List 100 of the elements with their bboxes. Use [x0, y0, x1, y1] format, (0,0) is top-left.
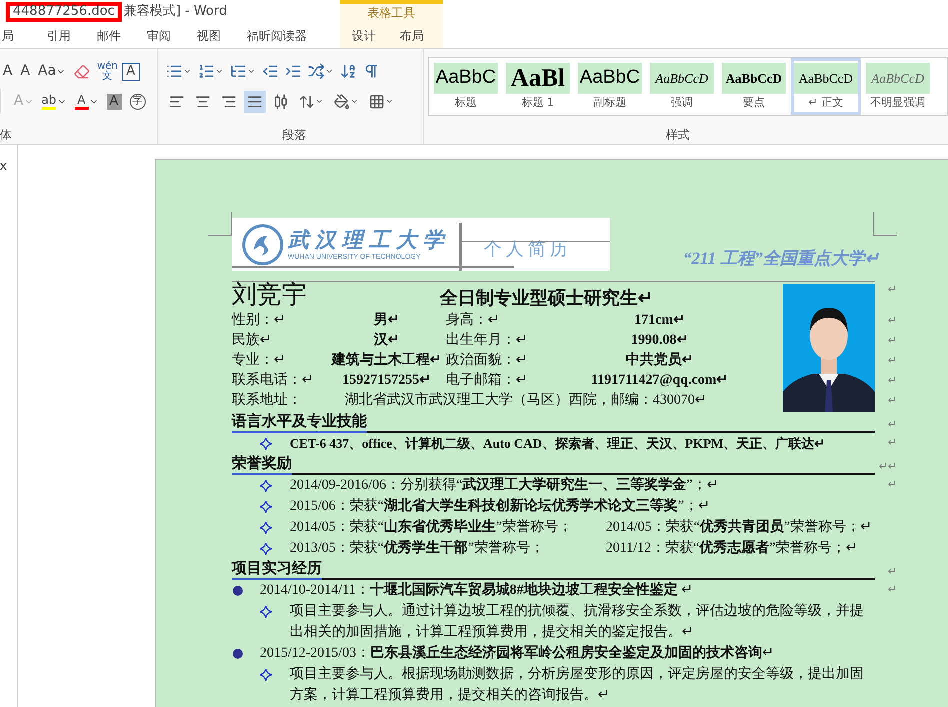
ribbon-tab[interactable]: 设计 — [340, 24, 388, 48]
diamond-bullet-icon — [260, 501, 272, 513]
list-item-text: 2013/05：荣获“优秀学生干部”荣誉称号； — [290, 538, 546, 558]
diamond-bullet-icon — [260, 543, 272, 555]
outdent-button[interactable] — [262, 63, 280, 80]
highlight-button[interactable]: ab — [38, 90, 70, 112]
field-value: 15927157255↵ — [342, 372, 432, 390]
paragraph-mark: ↵ — [888, 478, 897, 493]
field-value: 1191711427@qq.com↵ — [590, 372, 730, 390]
corner-mark — [873, 212, 897, 236]
character-border-button[interactable]: A — [122, 62, 140, 80]
shading-icon — [334, 94, 350, 110]
eraser-icon — [74, 64, 90, 80]
style-gallery-item[interactable]: AaBbCcD ↵ 正文 — [791, 58, 861, 115]
ribbon-tab[interactable]: 布局 — [388, 24, 436, 48]
ribbon-tab[interactable]: 视图 — [184, 24, 234, 48]
align-right-icon — [221, 94, 238, 110]
list-item-text: 项目主要参与人。通过计算边坡工程的抗倾覆、抗滑移安全系数，评估边坡的危险等级，并提出相关的加固措施，计算工程预算费用，提交相关的鉴定报告。↵ — [290, 602, 865, 642]
indent-button[interactable] — [285, 63, 302, 80]
field-value: 建筑与土木工程↵ — [332, 351, 442, 370]
paragraph-mark: ↵ — [888, 564, 897, 580]
university-emblem-icon — [242, 224, 284, 266]
ribbon-tab[interactable]: 福昕阅读器 — [234, 24, 320, 48]
field-label: 联系电话：↵ — [232, 371, 315, 390]
field-label: 性别：↵ — [232, 312, 287, 330]
caret-icon — [385, 97, 394, 106]
sort-button[interactable] — [340, 63, 358, 80]
change-case-button[interactable]: Aa — [35, 60, 70, 82]
paragraph-mark: ↵ — [888, 583, 897, 598]
document-file-name: 448877256.doc — [6, 2, 122, 22]
field-value: 湖北省武汉市武汉理工大学（马区）西院，邮编：430070↵ — [345, 391, 707, 410]
field-value: 中共党员↵ — [625, 351, 695, 370]
field-label: 专业：↵ — [232, 352, 287, 370]
justify-icon — [247, 94, 264, 110]
list-item-text: 2014/09-2016/06：分别获得“武汉理工大学研究生一、三等奖学金”；↵ — [290, 476, 719, 495]
enclose-characters-button[interactable]: 字 — [130, 94, 146, 110]
bullets-button[interactable] — [166, 63, 192, 80]
style-gallery-item[interactable]: AaBbCcD 要点 — [719, 58, 789, 115]
field-value: 男↵ — [372, 312, 401, 330]
caret-icon — [183, 67, 192, 76]
borders-icon — [369, 94, 386, 110]
align-left-icon — [169, 94, 186, 110]
list-item-text: CET-6 437、office、计算机二级、Auto CAD、探索者、理正、天汉、PKPM、天正、广联达↵ — [290, 435, 826, 453]
section-heading: 语言水平及专业技能 — [232, 413, 367, 433]
paragraph-mark: ↵ — [888, 374, 897, 389]
numbering-button[interactable] — [198, 63, 224, 80]
style-gallery-item[interactable]: AaBl 标题 1 — [503, 58, 573, 115]
character-shading-button[interactable]: A — [106, 94, 122, 110]
degree-title: 全日制专业型硕士研究生↵ — [440, 287, 653, 310]
section-heading: 荣誉奖励 — [232, 455, 292, 475]
asian-layout-button[interactable] — [308, 63, 334, 80]
outdent-icon — [262, 63, 280, 80]
diamond-bullet-icon — [260, 606, 272, 618]
multilevel-button[interactable] — [230, 63, 256, 80]
bullet-dot-icon — [233, 649, 243, 659]
ribbon-tab[interactable]: 审阅 — [134, 24, 184, 48]
ribbon-tab[interactable]: 局 — [0, 24, 34, 48]
style-gallery-item[interactable]: AaBbCcD 强调 — [647, 58, 717, 115]
numbering-icon — [198, 63, 216, 80]
caret-icon — [325, 67, 334, 76]
diamond-bullet-icon — [260, 522, 272, 534]
font-color-button[interactable]: A — [72, 90, 102, 112]
paragraph-mark: ↵ — [888, 334, 897, 349]
context-group-title: 表格工具 — [366, 5, 416, 22]
paragraph-mark: ↵ — [888, 394, 897, 409]
field-value: 171cm↵ — [634, 312, 686, 330]
shrink-font-button[interactable]: A — [18, 60, 34, 82]
group-label: 样式 — [665, 127, 691, 144]
caret-icon — [215, 67, 224, 76]
bullet-dot-icon — [233, 586, 243, 596]
paragraph-mark: ↵ — [888, 314, 897, 329]
caret-icon — [315, 97, 324, 106]
list-item-text: 2015/12-2015/03：巴东县溪丘生态经济园将军岭公租房安全鉴定及加固的技术咨询↵ — [260, 644, 774, 663]
style-gallery-item[interactable]: AaBbC 标题 — [431, 58, 501, 115]
list-item-text: 2015/06：荣获“湖北省大学生科技创新论坛优秀学术论文三等奖”；↵ — [290, 496, 710, 516]
field-label: 电子邮箱：↵ — [445, 372, 529, 390]
list-item-text: 2014/05：荣获“优秀共青团员”荣誉称号；↵ — [606, 518, 872, 537]
university-name: 武汉理工大学 — [288, 226, 450, 252]
list-item-text: 项目主要参与人。根据现场勘测数据，分析房屋变形的原因，评定房屋的安全等级，提出加固方案，计算工程预算费用，提交相关的咨询报告。↵ — [290, 665, 865, 705]
style-gallery-item[interactable]: AaBbCcD 不明显强调 — [863, 58, 933, 115]
ribbon-tab[interactable]: 引用 — [34, 24, 84, 48]
paragraph-mark: ↵ — [888, 283, 897, 298]
paragraph-mark: ↵↵ — [879, 460, 897, 474]
indent-icon — [285, 63, 302, 80]
group-label: 段落 — [282, 127, 308, 144]
phonetic-guide-button[interactable]: wén 文 — [95, 62, 120, 82]
window-title: 兼容模式] - Word — [124, 3, 228, 22]
ribbon-tab[interactable]: 邮件 — [84, 24, 134, 48]
diamond-bullet-icon — [260, 480, 272, 492]
close-pane-button[interactable]: x — [0, 157, 8, 175]
align-center-icon — [195, 94, 212, 110]
grow-font-button[interactable]: A — [0, 60, 16, 82]
field-label: 联系地址： — [232, 391, 303, 410]
section-heading: 项目实习经历 — [232, 560, 322, 580]
style-gallery-item[interactable]: AaBbC 副标题 — [575, 58, 645, 115]
justify-button[interactable] — [244, 90, 266, 112]
diamond-bullet-icon — [260, 438, 272, 450]
list-item-text: 2014/05：荣获“山东省优秀毕业生”荣誉称号； — [290, 518, 574, 537]
multilevel-icon — [230, 63, 248, 80]
list-item-text: 2011/12：荣获“优秀志愿者”荣誉称号；↵ — [606, 539, 858, 558]
